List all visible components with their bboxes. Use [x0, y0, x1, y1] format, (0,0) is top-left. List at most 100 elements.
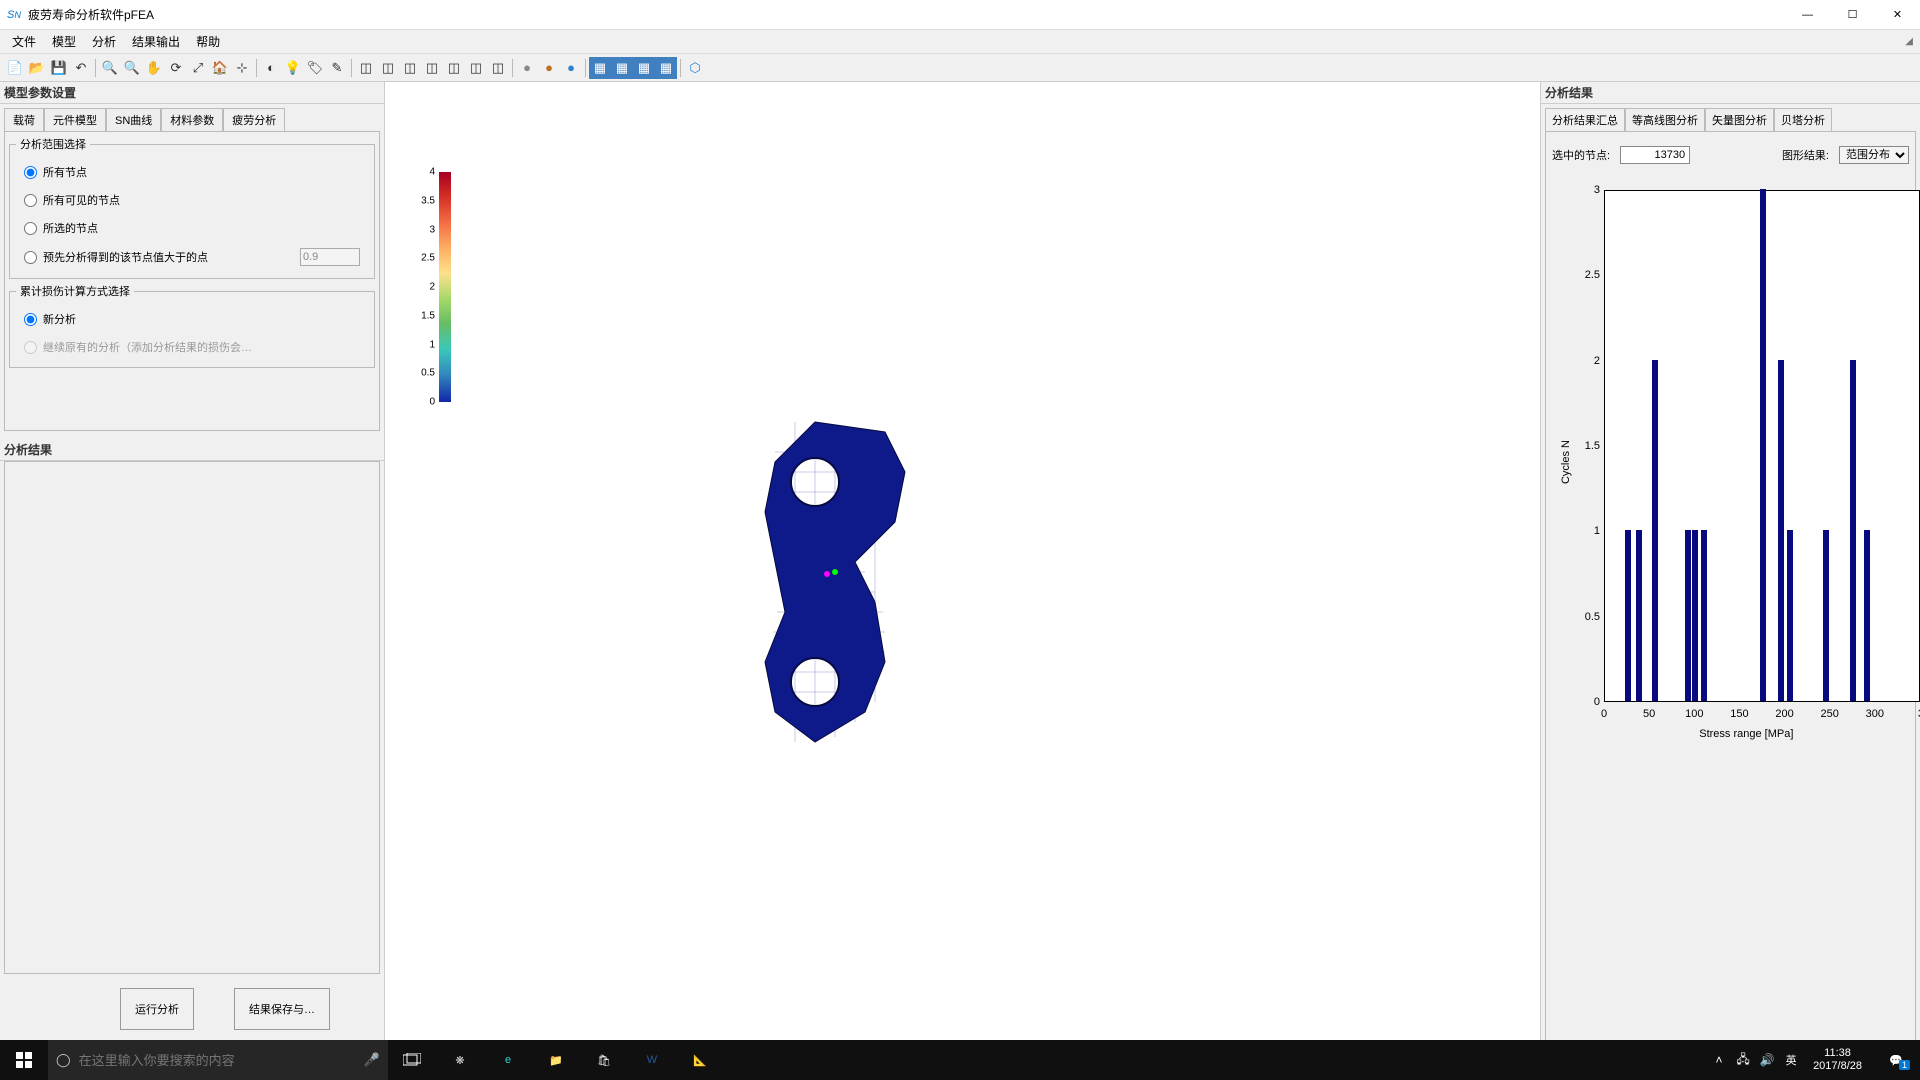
cube3-icon[interactable]: ◫	[399, 57, 421, 79]
scope-radio-2[interactable]	[24, 222, 37, 235]
colorbar-tick-8: 0	[415, 397, 435, 408]
results-listbox[interactable]	[4, 461, 380, 974]
right-tab-3[interactable]: 贝塔分析	[1774, 108, 1832, 131]
sphere-orange-icon[interactable]: ●	[538, 57, 560, 79]
view3-icon[interactable]: ▦	[633, 57, 655, 79]
menu-bar: 文件模型分析结果输出帮助 ◢	[0, 30, 1920, 54]
home-icon[interactable]: 🏠	[209, 57, 231, 79]
menu-2[interactable]: 分析	[84, 30, 124, 53]
menu-3[interactable]: 结果输出	[124, 30, 188, 53]
taskview-button[interactable]	[388, 1040, 436, 1080]
left-tab-3[interactable]: 材料参数	[161, 108, 223, 131]
view1-icon[interactable]: ▦	[589, 57, 611, 79]
sphere-blue-icon[interactable]: ●	[560, 57, 582, 79]
task-store[interactable]: 🛍	[580, 1040, 628, 1080]
results-group-title: 分析结果	[0, 439, 384, 461]
tray-chevron-icon[interactable]: ˄	[1707, 1040, 1731, 1080]
node-input[interactable]	[1620, 146, 1690, 164]
toggle-1-icon[interactable]: ◐	[260, 57, 282, 79]
right-tab-1[interactable]: 等高线图分析	[1625, 108, 1705, 131]
notification-button[interactable]: 💬 1	[1872, 1054, 1920, 1067]
damage-group: 累计损伤计算方式选择 新分析继续原有的分析（添加分析结果的损伤会…	[9, 283, 375, 368]
save-results-button[interactable]: 结果保存与…	[234, 988, 330, 1030]
damage-radio-0[interactable]	[24, 313, 37, 326]
taskbar-search[interactable]: ◯ 🎤	[48, 1040, 388, 1080]
tray-volume-icon[interactable]: 🔊	[1755, 1040, 1779, 1080]
view2-icon[interactable]: ▦	[611, 57, 633, 79]
zoom-out-icon[interactable]: 🔍	[121, 57, 143, 79]
toolbar-separator	[351, 59, 352, 77]
light-icon[interactable]: 💡	[282, 57, 304, 79]
save-icon[interactable]: 💾	[48, 57, 70, 79]
left-tab-1[interactable]: 元件模型	[44, 108, 106, 131]
menu-0[interactable]: 文件	[4, 30, 44, 53]
cube7-icon[interactable]: ◫	[487, 57, 509, 79]
menu-4[interactable]: 帮助	[188, 30, 228, 53]
cube1-icon[interactable]: ◫	[355, 57, 377, 79]
scope-threshold-input[interactable]	[300, 248, 360, 266]
graph-select[interactable]: 范围分布	[1839, 146, 1909, 164]
undo-icon[interactable]: ↶	[70, 57, 92, 79]
minimize-button[interactable]: —	[1785, 0, 1830, 29]
hex-icon[interactable]: ⬡	[684, 57, 706, 79]
rotate-icon[interactable]: ⟳	[165, 57, 187, 79]
start-button[interactable]	[0, 1040, 48, 1080]
mic-icon[interactable]: 🎤	[364, 1052, 380, 1068]
scope-radio-1[interactable]	[24, 194, 37, 207]
open-icon[interactable]: 📂	[26, 57, 48, 79]
chart-bar-8	[1787, 530, 1793, 701]
view4-icon[interactable]: ▦	[655, 57, 677, 79]
tray-network-icon[interactable]: 🖧	[1731, 1040, 1755, 1080]
task-explorer[interactable]: 📁	[532, 1040, 580, 1080]
colorbar-tick-7: 0.5	[415, 368, 435, 379]
pan-icon[interactable]: ✋	[143, 57, 165, 79]
scope-radio-label-3: 预先分析得到的该节点值大于的点	[43, 249, 294, 265]
toolbar-separator	[256, 59, 257, 77]
toolbar: 📄📂💾↶🔍🔍✋⟳⤢🏠⊹◐💡🏷✎◫◫◫◫◫◫◫●●●▦▦▦▦⬡	[0, 54, 1920, 82]
chart-ytick: 1.5	[1556, 440, 1600, 452]
cube5-icon[interactable]: ◫	[443, 57, 465, 79]
menu-expand-icon[interactable]: ◢	[1902, 33, 1916, 50]
zoom-in-icon[interactable]: 🔍	[99, 57, 121, 79]
damage-radio-label-0: 新分析	[43, 311, 360, 327]
left-tab-2[interactable]: SN曲线	[106, 108, 161, 131]
scope-group: 分析范围选择 所有节点所有可见的节点所选的节点预先分析得到的该节点值大于的点	[9, 136, 375, 279]
right-tab-2[interactable]: 矢量图分析	[1705, 108, 1774, 131]
label-icon[interactable]: 🏷	[304, 57, 326, 79]
axes-icon[interactable]: ⊹	[231, 57, 253, 79]
chart-xtick: 150	[1730, 708, 1748, 720]
task-edge[interactable]: e	[484, 1040, 532, 1080]
system-tray: ˄ 🖧 🔊 英 11:38 2017/8/28 💬 1	[1707, 1040, 1920, 1080]
chart-bar-0	[1625, 530, 1631, 701]
fit-icon[interactable]: ⤢	[187, 57, 209, 79]
search-input[interactable]	[79, 1053, 356, 1068]
cube2-icon[interactable]: ◫	[377, 57, 399, 79]
maximize-button[interactable]: ☐	[1830, 0, 1875, 29]
task-app1[interactable]: ❋	[436, 1040, 484, 1080]
edit-icon[interactable]: ✎	[326, 57, 348, 79]
left-tabs: 载荷元件模型SN曲线材料参数疲劳分析	[0, 104, 384, 131]
colorbar-gradient	[439, 172, 451, 402]
app-icon: SN	[6, 7, 22, 23]
taskbar-clock[interactable]: 11:38 2017/8/28	[1803, 1047, 1872, 1073]
scope-radio-0[interactable]	[24, 166, 37, 179]
left-tab-4[interactable]: 疲劳分析	[223, 108, 285, 131]
left-tab-0[interactable]: 载荷	[4, 108, 44, 131]
new-file-icon[interactable]: 📄	[4, 57, 26, 79]
task-word[interactable]: W	[628, 1040, 676, 1080]
sphere-gray-icon[interactable]: ●	[516, 57, 538, 79]
viewport[interactable]: 43.532.521.510.50	[385, 82, 1540, 1040]
scope-radio-3[interactable]	[24, 251, 37, 264]
menu-1[interactable]: 模型	[44, 30, 84, 53]
damage-legend: 累计损伤计算方式选择	[16, 283, 134, 299]
run-button[interactable]: 运行分析	[120, 988, 194, 1030]
right-tab-0[interactable]: 分析结果汇总	[1545, 108, 1625, 131]
chart-xtick: 200	[1775, 708, 1793, 720]
cube4-icon[interactable]: ◫	[421, 57, 443, 79]
close-button[interactable]: ✕	[1875, 0, 1920, 29]
task-matlab[interactable]: 📐	[676, 1040, 724, 1080]
tray-ime[interactable]: 英	[1779, 1040, 1803, 1080]
cube6-icon[interactable]: ◫	[465, 57, 487, 79]
left-panel: 模型参数设置 载荷元件模型SN曲线材料参数疲劳分析 分析范围选择 所有节点所有可…	[0, 82, 385, 1040]
colorbar-tick-6: 1	[415, 339, 435, 350]
